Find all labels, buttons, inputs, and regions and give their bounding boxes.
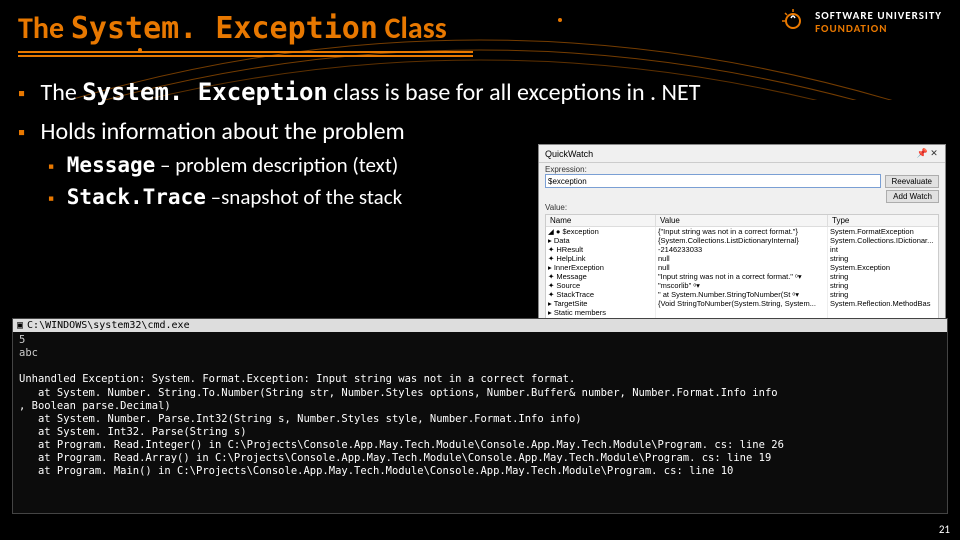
col-name: Name — [546, 215, 656, 226]
cmd-icon: ▣ — [17, 320, 23, 331]
pin-icon[interactable]: 📌 — [916, 148, 926, 159]
title-post: Class — [378, 10, 447, 47]
value-label: Value: — [545, 203, 939, 212]
logo: SOFTWARE UNIVERSITY FOUNDATION — [780, 8, 942, 37]
slide-title: The System. Exception Class — [18, 10, 760, 47]
grid-row[interactable]: ✦ Source"mscorlib" ᵒ▾string — [546, 281, 938, 290]
bullet-code: System. Exception — [82, 78, 328, 106]
title-code: System. Exception — [71, 11, 378, 46]
bullet-code: Message — [67, 153, 156, 177]
logo-line2: FOUNDATION — [815, 22, 887, 35]
grid-row[interactable]: ✦ StackTrace" at System.Number.StringToN… — [546, 290, 938, 299]
quickwatch-window: QuickWatch 📌 ✕ Expression: Reevaluate Ad… — [538, 144, 946, 344]
quickwatch-title: QuickWatch — [545, 149, 593, 159]
grid-row[interactable]: ✦ Message"Input string was not in a corr… — [546, 272, 938, 281]
expression-input[interactable] — [545, 174, 881, 188]
slide: The System. Exception Class SOFTWARE UNI… — [0, 0, 960, 540]
title-area: The System. Exception Class — [18, 10, 760, 57]
close-icon[interactable]: ✕ — [929, 148, 939, 159]
quickwatch-titlebar: QuickWatch 📌 ✕ — [539, 145, 945, 163]
col-value: Value — [656, 215, 828, 226]
console-titlebar: ▣ C:\WINDOWS\system32\cmd.exe — [13, 319, 947, 332]
expression-label: Expression: — [545, 165, 939, 174]
logo-line1: SOFTWARE UNIVERSITY — [815, 9, 942, 22]
add-watch-button[interactable]: Add Watch — [886, 190, 939, 203]
bullet-1: The System. Exception class is base for … — [18, 78, 942, 107]
bullet-code: Stack.Trace — [67, 185, 206, 209]
grid-row[interactable]: ▸ TargetSite{Void StringToNumber(System.… — [546, 299, 938, 308]
grid-row[interactable]: ▸ Data{System.Collections.ListDictionary… — [546, 236, 938, 245]
grid-row[interactable]: ▸ InnerExceptionnullSystem.Exception — [546, 263, 938, 272]
title-underline — [18, 55, 473, 57]
lightbulb-icon — [780, 8, 806, 37]
quickwatch-grid: Name Value Type ◢ ● $exception{"Input st… — [545, 214, 939, 332]
title-pre: The — [18, 10, 71, 47]
grid-row[interactable]: ✦ HResult-2146233033int — [546, 245, 938, 254]
grid-row[interactable]: ▸ Static members — [546, 308, 938, 317]
grid-row[interactable]: ✦ HelpLinknullstring — [546, 254, 938, 263]
title-underline — [18, 51, 473, 53]
console-window: ▣ C:\WINDOWS\system32\cmd.exe 5abc Unhan… — [12, 318, 948, 514]
grid-row[interactable]: ◢ ● $exception{"Input string was not in … — [546, 227, 938, 236]
col-type: Type — [828, 215, 938, 226]
page-number: 21 — [939, 523, 950, 536]
console-title: C:\WINDOWS\system32\cmd.exe — [27, 320, 190, 331]
reevaluate-button[interactable]: Reevaluate — [885, 175, 939, 188]
console-output: 5abc Unhandled Exception: System. Format… — [13, 332, 947, 480]
